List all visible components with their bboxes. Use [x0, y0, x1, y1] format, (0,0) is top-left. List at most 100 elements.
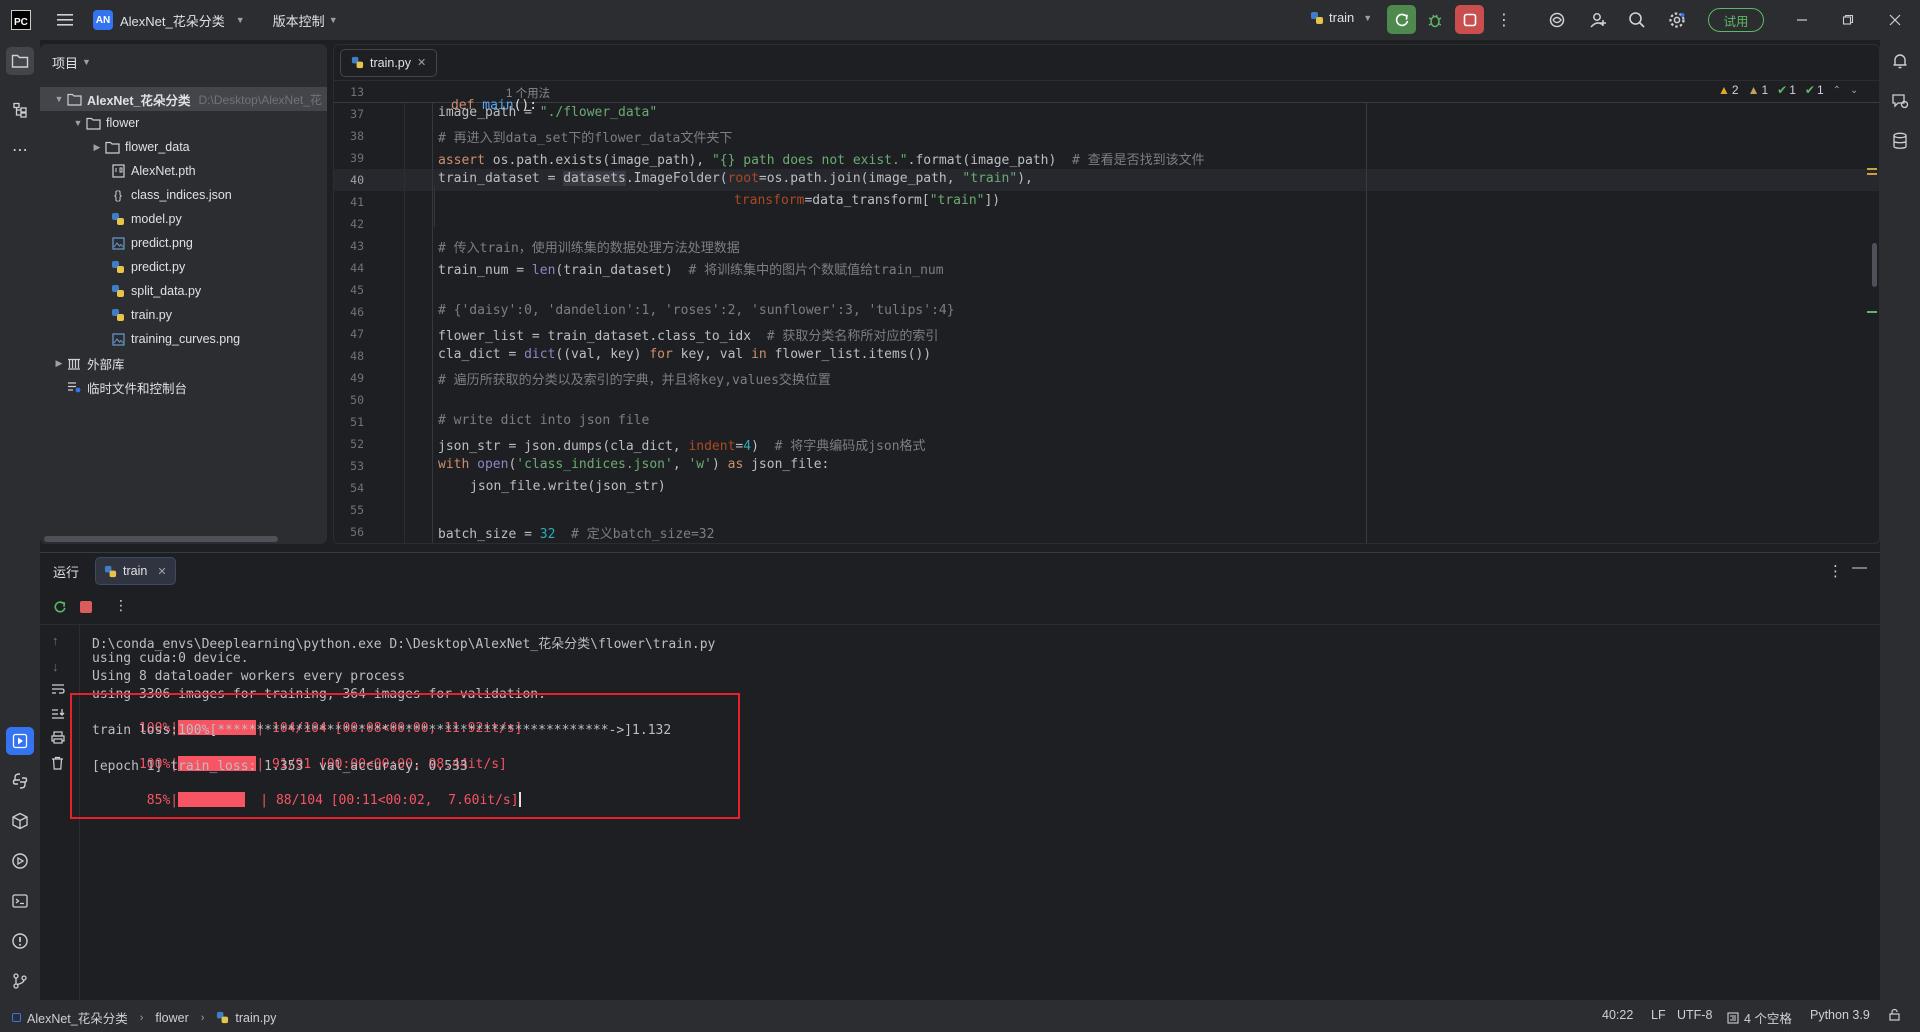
code-keyword: in [751, 347, 767, 362]
right-tool-strip [1880, 40, 1920, 1000]
code-area[interactable]: 37 38 39 40 41 42 43 44 45 46 47 48 49 5… [334, 103, 1879, 543]
ai-chat-icon[interactable] [1886, 87, 1914, 115]
search-icon[interactable] [1625, 8, 1649, 32]
breadcrumb-project[interactable]: AlexNet_花朵分类 [27, 1008, 128, 1027]
minimize-icon[interactable] [1790, 8, 1814, 32]
tree-item-file[interactable]: train.py [40, 303, 327, 327]
indent-settings[interactable]: 4 个空格 [1727, 1008, 1792, 1027]
rerun-icon [1395, 13, 1408, 26]
info-count: 1 [1816, 83, 1824, 97]
rerun-icon[interactable] [53, 600, 67, 617]
run-tab-train[interactable]: train ✕ [95, 557, 176, 585]
inspection-widget[interactable]: ▲ 2 ▲ 1 ✔ 1 ✔ 1 ⌃ ⌄ [1718, 83, 1858, 97]
soft-wrap-icon[interactable] [51, 683, 65, 698]
main-menu-icon[interactable] [53, 8, 77, 32]
tree-item-file[interactable]: AlexNet.pth [40, 159, 327, 183]
project-horizontal-scrollbar[interactable] [44, 536, 278, 542]
tree-item-file[interactable]: predict.py [40, 255, 327, 279]
python-packages-icon[interactable] [6, 807, 34, 835]
close-icon[interactable] [1883, 8, 1907, 32]
project-name: AlexNet_花朵分类 [120, 13, 225, 29]
python-interpreter[interactable]: Python 3.9 [1810, 1008, 1870, 1022]
binary-file-icon [110, 164, 126, 178]
code-keyword: assert [438, 153, 493, 168]
tree-item-flower[interactable]: ▼ flower [40, 111, 327, 135]
scroll-down-icon[interactable]: ↓ [52, 659, 59, 674]
editor-vertical-scrollbar[interactable] [1872, 243, 1877, 287]
clear-trash-icon[interactable] [51, 756, 64, 773]
close-tab-icon[interactable]: ✕ [157, 565, 166, 578]
close-tab-icon[interactable]: ✕ [417, 56, 426, 69]
print-icon[interactable] [51, 731, 65, 747]
code-line: batch_size = 32 # 定义batch_size=32 [438, 523, 714, 542]
tree-item-file[interactable]: {} class_indices.json [40, 183, 327, 207]
line-number: 41 [350, 195, 364, 209]
terminal-icon[interactable] [6, 887, 34, 915]
code-keyword: as [727, 457, 744, 472]
database-icon[interactable] [1886, 127, 1914, 155]
debug-button[interactable] [1420, 5, 1449, 34]
next-highlight-icon[interactable]: ⌄ [1850, 85, 1858, 96]
code-param: indent [688, 439, 736, 454]
lock-icon[interactable] [1888, 1008, 1901, 1024]
project-panel-header[interactable]: 项目 ▼ [40, 44, 327, 80]
services-icon[interactable] [6, 847, 34, 875]
scroll-up-icon[interactable]: ↑ [52, 633, 59, 648]
python-console-icon[interactable] [6, 767, 34, 795]
code-comment: # 获取分类名称所对应的索引 [766, 329, 939, 344]
file-encoding[interactable]: UTF-8 [1677, 1008, 1712, 1022]
tree-item-scratches[interactable]: 临时文件和控制台 [40, 375, 327, 399]
project-tool-folder-icon[interactable] [6, 47, 34, 75]
tree-item-label: flower [106, 116, 140, 130]
more-tools-icon[interactable]: ⋯ [6, 136, 34, 164]
usage-hint[interactable]: 1 个用法 [506, 85, 550, 101]
problems-icon[interactable] [6, 927, 34, 955]
add-user-icon[interactable] [1586, 8, 1610, 32]
image-file-icon [110, 236, 126, 250]
tree-item-file[interactable]: model.py [40, 207, 327, 231]
breadcrumb-file[interactable]: train.py [235, 1011, 276, 1025]
vcs-menu[interactable]: 版本控制 ▼ [273, 11, 338, 30]
stop-button[interactable] [1455, 5, 1484, 34]
scroll-to-end-icon[interactable] [51, 708, 65, 723]
sticky-header[interactable]: 13 def main(): 1 个用法 ▲ 2 ▲ 1 ✔ 1 ✔ 1 ⌃ ⌄ [334, 81, 1879, 113]
restore-icon[interactable] [1836, 8, 1860, 32]
project-panel: 项目 ▼ ▼ AlexNet_花朵分类 D:\Desktop\AlexNet_花… [40, 44, 327, 544]
pycharm-logo-icon[interactable]: PC [11, 10, 31, 30]
vcs-label: 版本控制 [272, 13, 325, 29]
structure-tool-icon[interactable] [6, 96, 34, 124]
tree-item-external-libs[interactable]: ▶ 外部库 [40, 351, 327, 375]
code-comment: # 传入train，使用训练集的数据处理方法处理数据 [438, 241, 740, 256]
rerun-button[interactable] [1387, 5, 1416, 34]
tree-item-flower-data[interactable]: ▶ flower_data [40, 135, 327, 159]
run-config-selector[interactable]: train ▼ [1310, 10, 1372, 25]
more-icon[interactable]: ⋮ [114, 597, 128, 614]
run-tab-label: train [123, 564, 148, 578]
code-line: cla_dict = dict((val, key) for key, val … [438, 347, 931, 362]
previous-highlight-icon[interactable]: ⌃ [1833, 85, 1841, 96]
hide-panel-icon[interactable]: — [1852, 559, 1867, 576]
run-options-icon[interactable]: ⋮ [1828, 562, 1843, 580]
settings-gear-icon[interactable] [1665, 8, 1689, 32]
trial-button[interactable]: 试用 [1708, 8, 1764, 32]
indent-label: 4 个空格 [1744, 1012, 1792, 1026]
tree-item-root[interactable]: ▼ AlexNet_花朵分类 D:\Desktop\AlexNet_花 [40, 87, 327, 111]
typo-count: 1 [1789, 83, 1796, 97]
tree-item-file[interactable]: predict.png [40, 231, 327, 255]
console-output[interactable]: D:\conda_envs\Deeplearning\python.exe D:… [70, 625, 1880, 1001]
ai-assistant-icon[interactable] [1545, 8, 1569, 32]
code-comment: # write dict into json file [438, 413, 650, 428]
git-branch-icon[interactable] [6, 967, 34, 995]
check-icon: ✔ [1804, 83, 1815, 97]
tree-item-file[interactable]: training_curves.png [40, 327, 327, 351]
stop-icon[interactable] [80, 601, 92, 613]
caret-position[interactable]: 40:22 [1602, 1008, 1633, 1022]
notifications-bell-icon[interactable] [1886, 47, 1914, 75]
run-tool-icon[interactable] [6, 727, 34, 755]
line-separator[interactable]: LF [1651, 1008, 1666, 1022]
project-selector[interactable]: AN AlexNet_花朵分类 ▼ [93, 10, 245, 30]
more-actions-icon[interactable]: ⋮ [1495, 8, 1513, 32]
tab-train-py[interactable]: train.py ✕ [340, 48, 438, 77]
breadcrumb-folder[interactable]: flower [155, 1011, 188, 1025]
tree-item-file[interactable]: split_data.py [40, 279, 327, 303]
